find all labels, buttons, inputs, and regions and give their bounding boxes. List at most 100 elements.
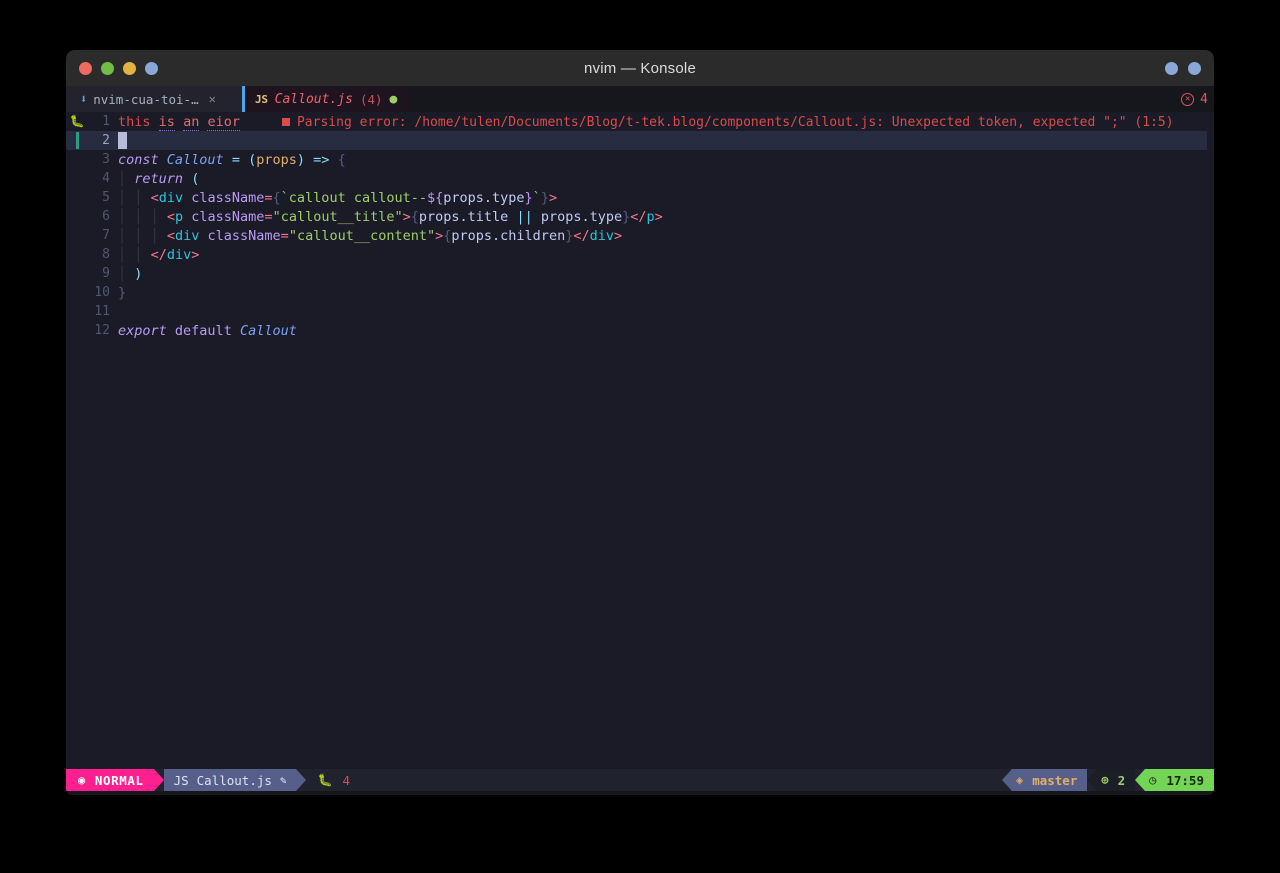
line-number: 11	[94, 304, 110, 319]
line-number-current: 2	[102, 133, 110, 148]
editor-tabbar: ⬇ nvim-cua-toi-… ✕ JS Callout.js (4) ● ✕…	[66, 86, 1214, 112]
code-text: │ │ <div className={`callout callout--${…	[118, 189, 558, 206]
extra-window-button[interactable]	[145, 61, 158, 75]
branch-arrow	[1001, 769, 1012, 791]
status-clock: ◷ 17:59	[1145, 769, 1214, 791]
code-text: │ return (	[118, 170, 200, 187]
sign-column-error: 🐛	[66, 112, 88, 131]
code-line-7: 7 │ │ │ <div className="callout__content…	[66, 226, 1214, 245]
mode-label: NORMAL	[94, 772, 144, 788]
maximize-window-button[interactable]	[123, 61, 136, 75]
titlebar-dot-one-icon[interactable]	[1165, 61, 1178, 75]
git-branch-icon: ◈	[1015, 773, 1024, 787]
code-token-an: an	[183, 113, 200, 131]
code-line-11: 11	[66, 302, 1214, 321]
clock-time: 17:59	[1166, 772, 1204, 788]
bug-icon: 🐛	[69, 114, 85, 128]
terminal-window: nvim — Konsole ⬇ nvim-cua-toi-… ✕ JS Cal…	[66, 50, 1214, 795]
line-number: 10	[94, 285, 110, 300]
code-token-eior: eior	[207, 113, 240, 131]
minimize-window-button[interactable]	[101, 61, 114, 75]
code-line-5: 5 │ │ <div className={`callout callout--…	[66, 188, 1214, 207]
status-diagnostics: 🐛 4	[305, 769, 361, 791]
status-file: JS Callout.js ✎	[163, 769, 296, 791]
code-line-4: 4 │ return (	[66, 169, 1214, 188]
code-line-3: 3 const Callout = (props) => {	[66, 150, 1214, 169]
window-titlebar: nvim — Konsole	[66, 50, 1214, 86]
status-git-changes: ⊕ 2	[1097, 769, 1136, 791]
line-number: 3	[102, 152, 110, 167]
mode-arrow	[153, 769, 164, 791]
code-token-is: is	[158, 113, 175, 131]
code-text: │ )	[118, 265, 143, 282]
line-number: 4	[102, 171, 110, 186]
bug-icon: 🐛	[317, 773, 333, 787]
code-line-6: 6 │ │ │ <p className="callout__title">{p…	[66, 207, 1214, 226]
git-arrow	[1087, 769, 1098, 791]
line-number: 9	[102, 266, 110, 281]
text-cursor	[118, 132, 127, 149]
branch-name: master	[1032, 772, 1078, 788]
tabbar-diagnostics: ✕ 4	[1171, 86, 1214, 112]
line-number: 6	[102, 209, 110, 224]
mode-icon: ◉	[78, 773, 86, 787]
line-number: 7	[102, 228, 110, 243]
file-arrow	[295, 769, 306, 791]
code-token-this: this	[118, 113, 151, 130]
screen: nvim — Konsole ⬇ nvim-cua-toi-… ✕ JS Cal…	[0, 0, 1280, 873]
close-icon[interactable]: ✕	[205, 92, 216, 106]
git-added-icon: ⊕	[1101, 773, 1109, 787]
code-line-10: 10 }	[66, 283, 1214, 302]
close-window-button[interactable]	[79, 61, 92, 75]
titlebar-dot-two-icon[interactable]	[1188, 61, 1201, 75]
git-added-count: 2	[1117, 772, 1126, 788]
error-square-icon	[281, 118, 290, 126]
status-filename: Callout.js	[196, 772, 272, 788]
code-text: export default Callout	[118, 322, 297, 339]
code-line-12: 12 export default Callout	[66, 321, 1214, 340]
time-arrow	[1135, 769, 1146, 791]
line-number: 1	[102, 114, 110, 129]
window-title: nvim — Konsole	[583, 59, 696, 77]
statusline-spacer	[360, 769, 1002, 791]
javascript-file-icon: JS	[255, 92, 268, 106]
code-editor[interactable]: 🐛 1 this is an eior Parsing error: /home/…	[66, 112, 1214, 769]
code-line-1: 🐛 1 this is an eior Parsing error: /home/…	[66, 112, 1214, 131]
code-text	[118, 132, 1207, 149]
code-text: │ │ │ <p className="callout__title">{pro…	[118, 208, 663, 225]
window-right-controls	[1165, 61, 1201, 75]
code-text: }	[118, 284, 127, 301]
line-number: 12	[94, 323, 110, 338]
line-number: 5	[102, 190, 110, 205]
status-error-count: 4	[342, 772, 351, 788]
pencil-icon: ✎	[279, 773, 287, 787]
line-number: 8	[102, 247, 110, 262]
modified-dot-icon: ●	[389, 91, 398, 107]
tabbar-empty-space	[409, 86, 1172, 112]
command-line[interactable]	[66, 791, 1214, 795]
tab-diagnostic-count: (4)	[359, 91, 383, 107]
inline-diagnostic-text: Parsing error: /home/tulen/Documents/Blo…	[296, 114, 1174, 130]
code-text: │ │ │ <div className="callout__content">…	[118, 227, 623, 244]
tabbar-error-count: 4	[1200, 91, 1208, 107]
clock-icon: ◷	[1149, 773, 1157, 787]
javascript-file-icon: JS	[173, 772, 189, 788]
code-text: │ │ </div>	[118, 246, 200, 263]
sign-column-added	[66, 131, 88, 150]
status-git-branch[interactable]: ◈ master	[1011, 769, 1088, 791]
error-circle-icon: ✕	[1181, 92, 1195, 106]
statusline: ◉ NORMAL JS Callout.js ✎ 🐛 4 ◈ master ⊕ …	[66, 769, 1214, 791]
arrow-down-icon: ⬇	[80, 92, 88, 106]
explorer-label: nvim-cua-toi-…	[93, 91, 199, 107]
code-line-9: 9 │ )	[66, 264, 1214, 283]
code-line-2: 2	[66, 131, 1207, 150]
git-added-marker-icon	[75, 132, 79, 149]
code-text: this is an eior Parsing error: /home/tule…	[118, 113, 1214, 131]
code-text: const Callout = (props) => {	[118, 151, 346, 168]
window-controls	[66, 61, 158, 75]
tab-callout-js[interactable]: JS Callout.js (4) ●	[245, 86, 410, 112]
inline-diagnostic: Parsing error: /home/tulen/Documents/Blo…	[281, 114, 1174, 130]
sidebar-tab-explorer[interactable]: ⬇ nvim-cua-toi-… ✕	[66, 86, 242, 112]
